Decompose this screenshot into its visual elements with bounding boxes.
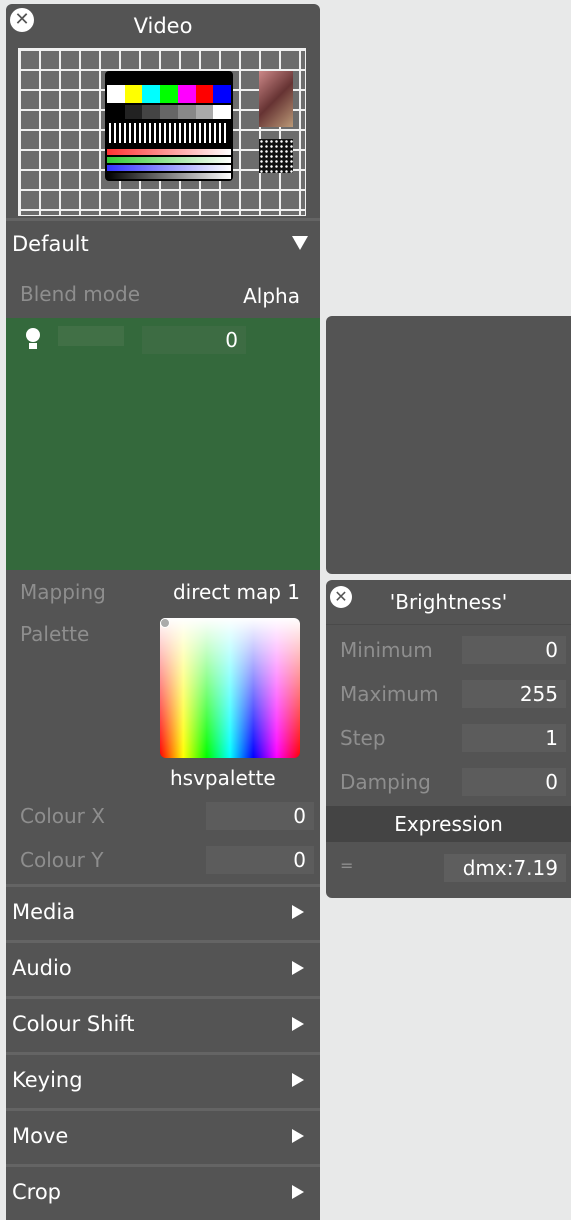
section-label: Media	[12, 900, 76, 924]
expression-field[interactable]: dmx:7.19	[444, 854, 566, 882]
section-label: Move	[12, 1124, 69, 1148]
preview-panel	[326, 316, 571, 574]
palette-name: hsvpalette	[170, 766, 276, 790]
step-field[interactable]: 1	[462, 724, 566, 752]
section-label: Audio	[12, 956, 72, 980]
expression-header[interactable]: Expression	[326, 806, 571, 842]
chevron-right-icon[interactable]	[292, 1073, 304, 1087]
video-panel: ✕ Video Default Blend mode Alpha 0 Mappi…	[6, 4, 320, 1220]
brightness-area[interactable]: 0	[6, 318, 320, 570]
brightness-value[interactable]: 0	[142, 326, 246, 354]
chevron-right-icon[interactable]	[292, 1017, 304, 1031]
palette-label: Palette	[20, 622, 90, 646]
colour-x-label: Colour X	[20, 804, 105, 828]
section-label: Colour Shift	[12, 1012, 135, 1036]
chevron-right-icon[interactable]	[292, 1185, 304, 1199]
colour-x-field[interactable]: 0	[206, 802, 314, 830]
section-colour-shift[interactable]: Colour Shift	[6, 998, 320, 1050]
maximum-label: Maximum	[340, 682, 439, 706]
test-card-image	[105, 71, 233, 181]
colour-y-field[interactable]: 0	[206, 846, 314, 874]
blend-mode-value[interactable]: Alpha	[243, 284, 300, 308]
mapping-value[interactable]: direct map 1	[173, 580, 300, 604]
blend-mode-label: Blend mode	[20, 282, 141, 306]
panel-title: Video	[133, 14, 193, 38]
video-thumbnail[interactable]	[18, 48, 306, 216]
popup-title: 'Brightness'	[389, 590, 508, 614]
maximum-field[interactable]: 255	[462, 680, 566, 708]
portrait-thumbnail	[259, 71, 293, 127]
bulb-icon	[26, 328, 40, 342]
chevron-right-icon[interactable]	[292, 905, 304, 919]
step-label: Step	[340, 726, 386, 750]
section-audio[interactable]: Audio	[6, 942, 320, 994]
section-move[interactable]: Move	[6, 1110, 320, 1162]
chevron-right-icon[interactable]	[292, 1129, 304, 1143]
section-keying[interactable]: Keying	[6, 1054, 320, 1106]
minimum-field[interactable]: 0	[462, 636, 566, 664]
brightness-popup: ✕ 'Brightness' Minimum 0 Maximum 255 Ste…	[326, 580, 571, 898]
damping-field[interactable]: 0	[462, 768, 566, 796]
mapping-label: Mapping	[20, 580, 106, 604]
expression-equals: =	[340, 856, 354, 875]
minimum-label: Minimum	[340, 638, 433, 662]
noise-thumbnail	[259, 139, 293, 173]
colour-y-label: Colour Y	[20, 848, 104, 872]
damping-label: Damping	[340, 770, 431, 794]
palette-picker[interactable]	[160, 618, 300, 758]
section-default[interactable]: Default	[6, 218, 320, 270]
section-label: Crop	[12, 1180, 62, 1204]
section-media[interactable]: Media	[6, 886, 320, 938]
section-default-label: Default	[12, 232, 89, 256]
section-crop[interactable]: Crop	[6, 1166, 320, 1218]
brightness-slider[interactable]	[58, 326, 124, 346]
chevron-down-icon[interactable]	[292, 236, 308, 250]
divider	[326, 624, 571, 625]
section-label: Keying	[12, 1068, 83, 1092]
palette-cursor[interactable]	[160, 618, 170, 628]
chevron-right-icon[interactable]	[292, 961, 304, 975]
bulb-base	[29, 343, 37, 349]
